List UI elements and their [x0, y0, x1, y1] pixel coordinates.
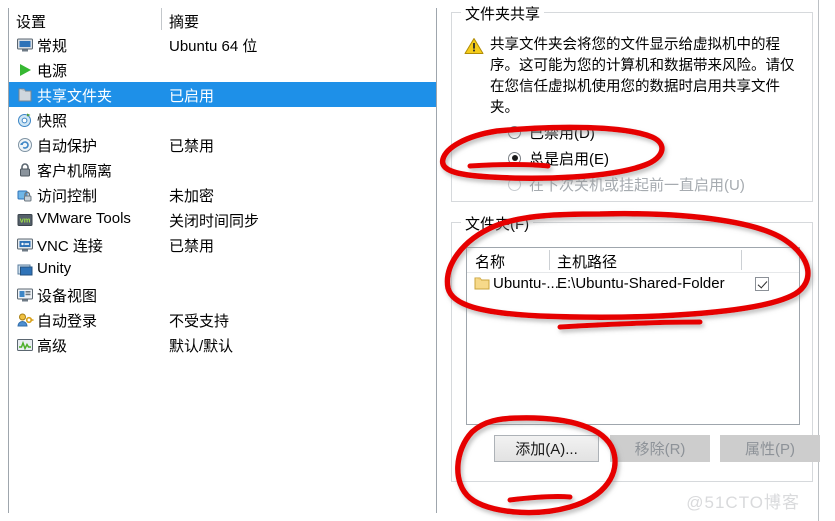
shared-folder-icon: [15, 85, 34, 104]
header-divider: [549, 250, 550, 270]
sidebar-item-summary: 已禁用: [169, 238, 215, 255]
folder-icon: [474, 276, 490, 291]
sidebar-item-label: 访问控制: [37, 188, 98, 205]
radio-mark-icon: [508, 125, 521, 139]
sidebar-item-vmware-tools[interactable]: vm VMware Tools 关闭时间同步: [9, 207, 436, 232]
settings-list-panel: 设置 摘要 常规 Ubuntu 64 位 电源 共享文件夹 已启用 快照 自动保…: [8, 8, 437, 513]
sidebar-item-summary: 默认/默认: [169, 338, 234, 355]
sidebar-item-advanced[interactable]: 高级 默认/默认: [9, 332, 436, 357]
sidebar-item-shared-folders[interactable]: 共享文件夹 已启用: [9, 82, 436, 107]
column-header-setting: 设置: [16, 14, 47, 31]
sharing-warning-text: 共享文件夹会将您的文件显示给虚拟机中的程序。这可能为您的计算机和数据带来风险。请…: [490, 37, 795, 116]
sidebar-item-label: 自动保护: [37, 138, 98, 155]
folders-table-header: 名称 主机路径: [467, 248, 799, 273]
folder-sharing-legend: 文件夹共享: [461, 3, 545, 24]
radio-option-disabled[interactable]: 已禁用(D): [508, 121, 595, 143]
folders-legend: 文件夹(F): [461, 213, 534, 234]
radio-option-always-enabled[interactable]: 总是启用(E): [508, 147, 609, 169]
unity-icon: [15, 260, 34, 279]
vmware-tools-icon: vm: [15, 210, 34, 229]
sidebar-item-general[interactable]: 常规 Ubuntu 64 位: [9, 32, 436, 57]
sidebar-item-summary: Ubuntu 64 位: [169, 38, 258, 55]
advanced-icon: [15, 335, 34, 354]
sidebar-item-vnc[interactable]: VNC 连接 已禁用: [9, 232, 436, 257]
radio-mark-icon: [508, 177, 521, 191]
column-header-host-path: 主机路径: [557, 254, 618, 271]
folder-enabled-checkbox[interactable]: [755, 277, 769, 291]
properties-button: 属性(P): [720, 435, 820, 462]
power-play-icon: [15, 60, 34, 79]
sidebar-item-access-control[interactable]: 访问控制 未加密: [9, 182, 436, 207]
sidebar-item-unity[interactable]: Unity: [9, 257, 436, 282]
settings-list-header: 设置 摘要: [9, 8, 436, 32]
lock-icon: [15, 160, 34, 179]
sidebar-item-label: 常规: [37, 38, 68, 55]
radio-option-label: 在下次关机或挂起前一直启用(U): [529, 176, 745, 194]
device-view-icon: [15, 285, 34, 304]
radio-option-label: 总是启用(E): [529, 150, 609, 168]
sidebar-item-device-view[interactable]: 设备视图: [9, 282, 436, 307]
vnc-icon: [15, 235, 34, 254]
header-divider: [741, 250, 742, 270]
warning-triangle-icon: [464, 35, 490, 119]
radio-option-label: 已禁用(D): [529, 124, 595, 142]
sidebar-item-autologin[interactable]: 自动登录 不受支持: [9, 307, 436, 332]
sidebar-item-summary: 未加密: [169, 188, 215, 205]
snapshot-icon: [15, 110, 34, 129]
folders-table[interactable]: 名称 主机路径 Ubuntu-... E:\Ubuntu-Shared-Fold…: [466, 247, 800, 425]
sidebar-item-power[interactable]: 电源: [9, 57, 436, 82]
settings-window: 设置 摘要 常规 Ubuntu 64 位 电源 共享文件夹 已启用 快照 自动保…: [0, 0, 835, 521]
sidebar-item-summary: 不受支持: [169, 313, 230, 330]
column-divider: [161, 8, 162, 30]
sharing-warning: 共享文件夹会将您的文件显示给虚拟机中的程序。这可能为您的计算机和数据带来风险。请…: [464, 35, 796, 119]
sidebar-item-label: Unity: [37, 260, 72, 277]
radio-mark-icon: [508, 151, 521, 165]
sidebar-item-label: 自动登录: [37, 313, 98, 330]
column-header-name: 名称: [475, 254, 506, 271]
access-control-icon: [15, 185, 34, 204]
sidebar-item-label: VMware Tools: [37, 210, 131, 227]
sidebar-item-label: 快照: [37, 113, 68, 130]
table-row[interactable]: Ubuntu-... E:\Ubuntu-Shared-Folder: [467, 273, 799, 297]
watermark: @51CTO博客: [686, 493, 800, 512]
cell-host-path: E:\Ubuntu-Shared-Folder: [557, 275, 725, 292]
sidebar-item-autoprotect[interactable]: 自动保护 已禁用: [9, 132, 436, 157]
sidebar-item-label: 共享文件夹: [37, 88, 113, 105]
sidebar-item-label: 客户机隔离: [37, 163, 113, 180]
svg-text:vm: vm: [19, 215, 30, 224]
sidebar-item-guest-isolation[interactable]: 客户机隔离: [9, 157, 436, 182]
autoprotect-icon: [15, 135, 34, 154]
sidebar-item-label: 电源: [37, 63, 68, 80]
column-header-summary: 摘要: [169, 14, 200, 31]
autologin-icon: [15, 310, 34, 329]
sidebar-item-summary: 已禁用: [169, 138, 215, 155]
remove-button: 移除(R): [610, 435, 710, 462]
sidebar-item-summary: 关闭时间同步: [169, 213, 260, 230]
sidebar-item-snapshot[interactable]: 快照: [9, 107, 436, 132]
monitor-icon: [15, 35, 34, 54]
shared-folders-settings-pane: 文件夹共享 共享文件夹会将您的文件显示给虚拟机中的程序。这可能为您的计算机和数据…: [445, 0, 820, 521]
add-button[interactable]: 添加(A)...: [494, 435, 599, 462]
sidebar-item-label: VNC 连接: [37, 238, 103, 255]
cell-folder-name: Ubuntu-...: [493, 275, 559, 292]
sidebar-item-label: 高级: [37, 338, 68, 355]
folder-sharing-groupbox: 文件夹共享 共享文件夹会将您的文件显示给虚拟机中的程序。这可能为您的计算机和数据…: [451, 3, 813, 202]
radio-option-until-shutdown: 在下次关机或挂起前一直启用(U): [508, 173, 745, 195]
sidebar-item-label: 设备视图: [37, 288, 98, 305]
sidebar-item-summary: 已启用: [169, 88, 215, 105]
folders-groupbox: 文件夹(F) 名称 主机路径 Ubuntu-... E:\Ubuntu-Shar…: [451, 213, 820, 482]
